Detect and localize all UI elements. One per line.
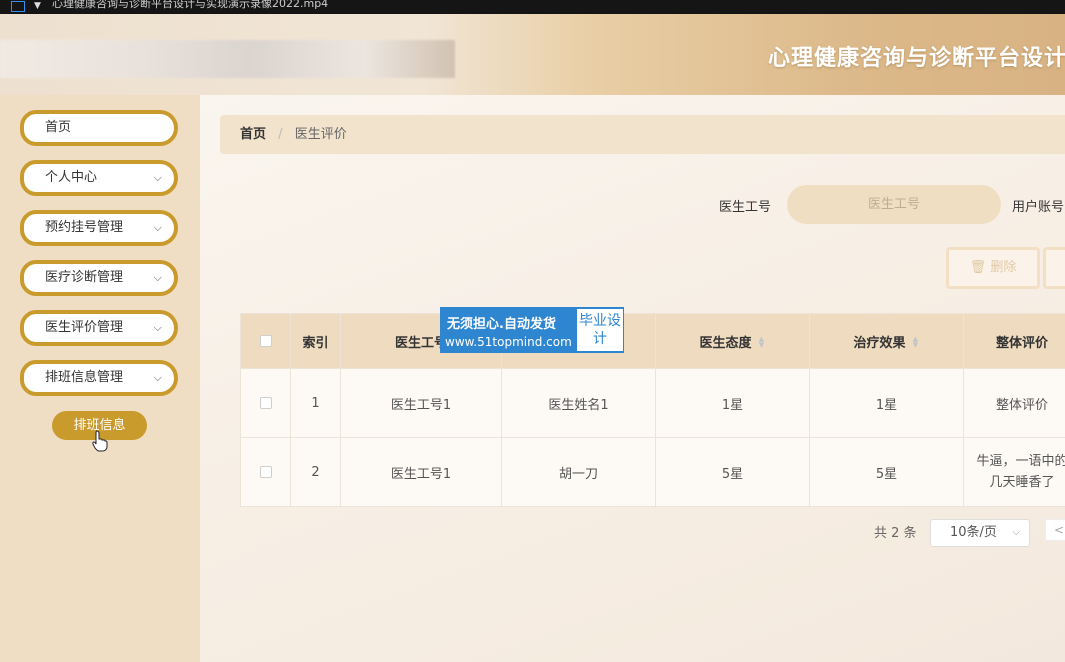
- col-effect[interactable]: 治疗效果 ▲ ▼: [809, 313, 964, 369]
- watermark-left: 无须担心.自动发货 www.51topmind.com: [441, 308, 577, 352]
- chevron-down-icon: ⌵: [153, 271, 162, 284]
- doctor-id-input[interactable]: [787, 185, 1001, 224]
- prev-page-button[interactable]: <: [1045, 519, 1065, 541]
- delete-label: 删除: [990, 260, 1017, 275]
- trash-icon: 🗑: [969, 260, 987, 275]
- sidebar-item-schedule[interactable]: 排班信息管理 ⌵: [20, 360, 178, 396]
- cell-overall: 牛逼，一语中的 几天睡香了: [963, 437, 1065, 507]
- table-row: 2 医生工号1 胡一刀 5星 5星 牛逼，一语中的 几天睡香了: [240, 437, 1065, 507]
- page-size-value: 10条/页: [950, 525, 997, 540]
- cell-doctor-id: 医生工号1: [340, 368, 502, 438]
- delete-button[interactable]: 🗑 删除: [946, 247, 1040, 289]
- sidebar-item-label: 首页: [45, 120, 72, 135]
- toolbar-button[interactable]: [1043, 247, 1065, 289]
- breadcrumb-home[interactable]: 首页: [240, 127, 266, 142]
- sidebar-item-personal-center[interactable]: 个人中心 ⌵: [20, 160, 178, 196]
- select-all-checkbox[interactable]: [259, 335, 272, 347]
- review-table: 索引 医生工号 医生姓名 医生态度▲▼ 治疗效果▲▼ 整体评价 1 医生工号1 …: [240, 313, 1065, 507]
- sidebar-item-label: 个人中心: [45, 170, 98, 185]
- row-select-cell: [240, 368, 291, 438]
- row-checkbox[interactable]: [259, 466, 272, 478]
- chevron-down-icon: ⌵: [1012, 527, 1020, 538]
- row-select-cell: [240, 437, 291, 507]
- account-label: 用户账号: [1012, 200, 1065, 215]
- col-attitude-label: 医生态度: [699, 335, 752, 351]
- cell-attitude: 1星: [655, 368, 810, 438]
- chevron-down-icon: ⌵: [153, 221, 162, 234]
- watermark-badge: 无须担心.自动发货 www.51topmind.com 毕业设计: [440, 307, 624, 353]
- chevron-down-icon: ⌵: [153, 321, 162, 334]
- chevron-down-icon: ⌵: [153, 371, 162, 384]
- sort-icon[interactable]: ▲ ▼: [912, 336, 920, 349]
- cell-attitude: 5星: [655, 437, 810, 507]
- breadcrumb-separator: /: [278, 127, 283, 142]
- sidebar: 首页 个人中心 ⌵ 预约挂号管理 ⌵ 医疗诊断管理 ⌵ 医生评价管理 ⌵ 排班信…: [0, 95, 200, 662]
- app-header: 心理健康咨询与诊断平台设计: [0, 14, 1065, 95]
- col-index: 索引: [290, 313, 341, 369]
- cell-overall: 整体评价: [963, 368, 1065, 438]
- window-title: 心理健康咨询与诊断平台设计与实现演示录像2022.mp4: [52, 0, 329, 10]
- page-size-select[interactable]: 10条/页 ⌵: [930, 519, 1030, 547]
- watermark-right: 毕业设计: [577, 309, 623, 351]
- sort-icon[interactable]: ▲ ▼: [758, 336, 766, 349]
- table-row: 1 医生工号1 医生姓名1 1星 1星 整体评价: [240, 368, 1065, 438]
- table-header-row: 索引 医生工号 医生姓名 医生态度▲▼ 治疗效果▲▼ 整体评价: [240, 313, 1065, 369]
- cell-doctor-name: 胡一刀: [501, 437, 656, 507]
- pagination-total: 共 2 条: [874, 526, 917, 541]
- sidebar-item-label: 排班信息管理: [45, 370, 124, 385]
- chevron-down-icon: ⌵: [153, 171, 162, 184]
- cell-doctor-name: 医生姓名1: [501, 368, 656, 438]
- app-icon[interactable]: [11, 1, 25, 12]
- col-attitude[interactable]: 医生态度 ▲ ▼: [655, 313, 810, 369]
- main-content: 首页 / 医生评价 医生工号 用户账号 🗑 删除 索引 医生工号 医生姓名 医生…: [200, 95, 1065, 662]
- watermark-line1: 无须担心.自动发货: [447, 317, 556, 332]
- cell-doctor-id: 医生工号1: [340, 437, 502, 507]
- sidebar-item-home[interactable]: 首页: [20, 110, 178, 146]
- window-titlebar: ▼ 心理健康咨询与诊断平台设计与实现演示录像2022.mp4: [0, 0, 1065, 14]
- sidebar-item-doctor-review[interactable]: 医生评价管理 ⌵: [20, 310, 178, 346]
- row-checkbox[interactable]: [259, 397, 272, 409]
- doctor-id-label: 医生工号: [719, 200, 772, 215]
- breadcrumb-current: 医生评价: [294, 127, 347, 142]
- watermark-line2: www.51topmind.com: [445, 335, 572, 349]
- sidebar-item-label: 医生评价管理: [45, 320, 124, 335]
- cell-index: 1: [290, 368, 341, 438]
- app-title: 心理健康咨询与诊断平台设计: [768, 46, 1065, 71]
- header-blurred-area: [0, 40, 455, 78]
- cell-index: 2: [290, 437, 341, 507]
- sidebar-item-appointment[interactable]: 预约挂号管理 ⌵: [20, 210, 178, 246]
- select-all-cell: [240, 313, 291, 369]
- col-effect-label: 治疗效果: [853, 335, 906, 351]
- sidebar-item-label: 预约挂号管理: [45, 220, 124, 235]
- caret-down-icon[interactable]: ▼: [34, 0, 41, 13]
- hand-cursor-icon: [92, 430, 108, 452]
- sidebar-item-diagnosis[interactable]: 医疗诊断管理 ⌵: [20, 260, 178, 296]
- col-overall: 整体评价: [963, 313, 1065, 369]
- cell-effect: 1星: [809, 368, 964, 438]
- breadcrumb: 首页 / 医生评价: [220, 115, 1065, 154]
- cell-effect: 5星: [809, 437, 964, 507]
- sidebar-item-label: 医疗诊断管理: [45, 270, 124, 285]
